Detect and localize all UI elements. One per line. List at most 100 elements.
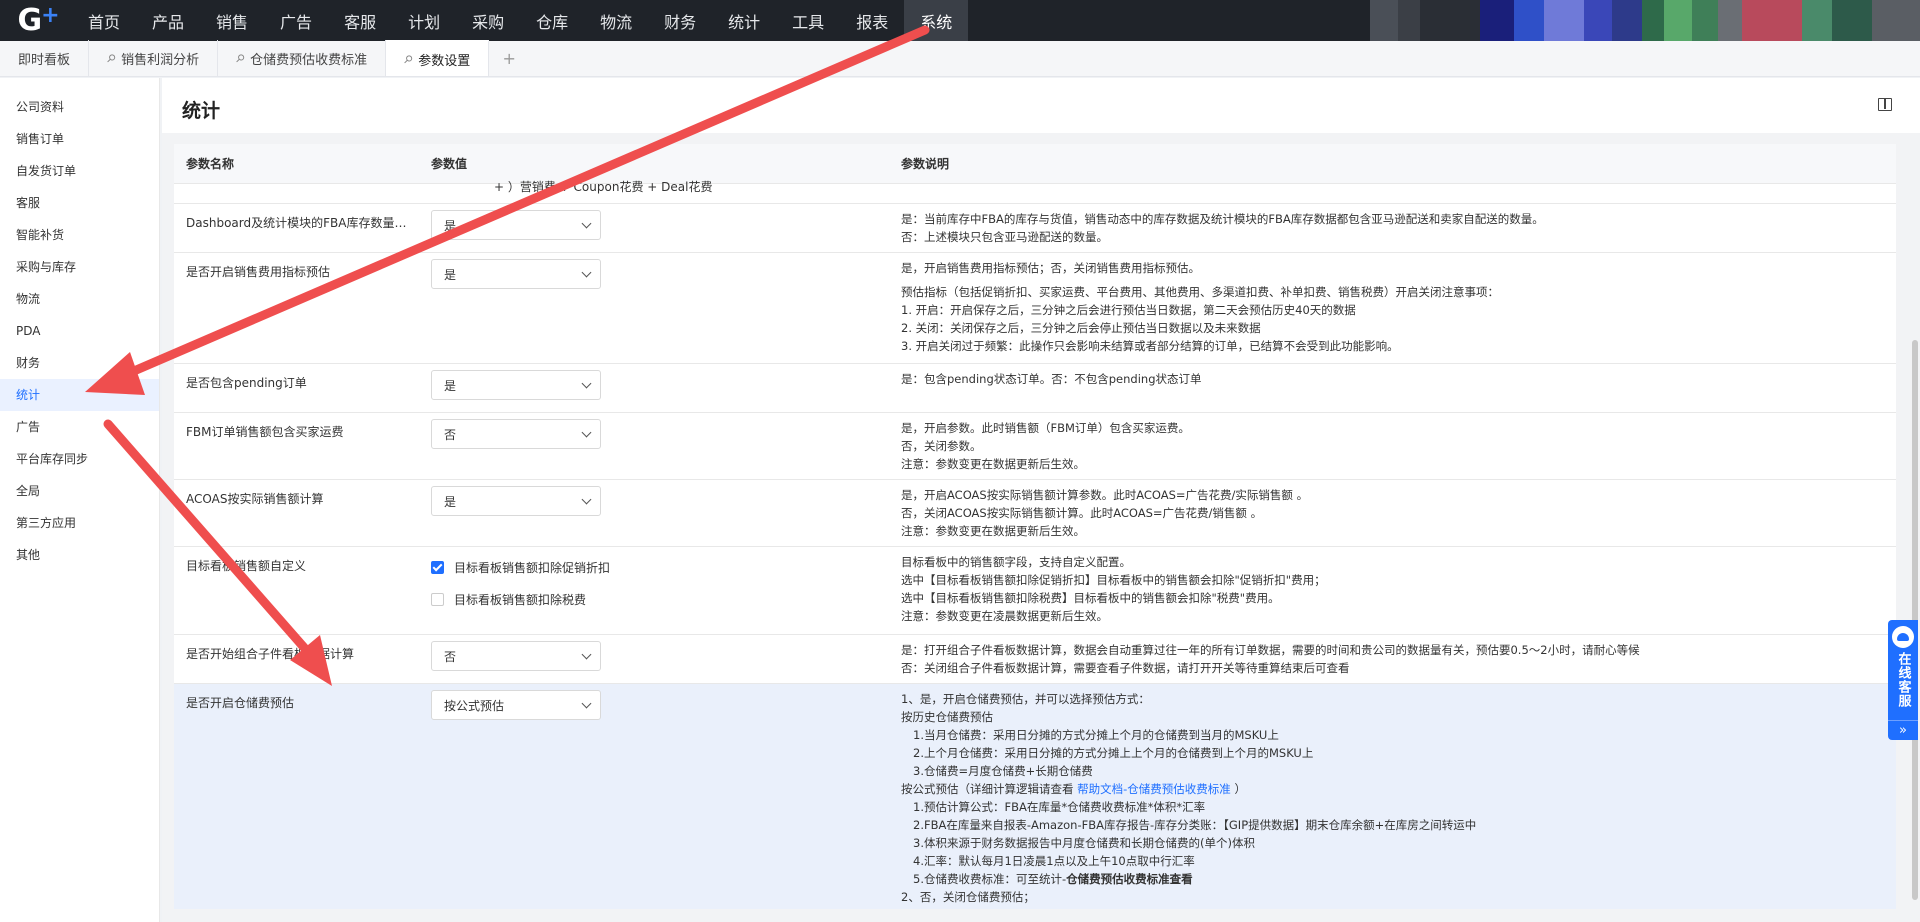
sidebar-item-12[interactable]: 全局 [0, 475, 159, 507]
expand-service-button[interactable]: » [1888, 720, 1918, 740]
param-select[interactable]: 否 [431, 641, 601, 671]
obscured-block [1544, 0, 1584, 41]
sidebar-item-4[interactable]: 智能补货 [0, 219, 159, 251]
description-line: 注意：参数变更在数据更新后生效。 [901, 522, 1896, 540]
sidebar-item-5[interactable]: 采购与库存 [0, 251, 159, 283]
select-value: 是 [444, 267, 457, 282]
help-doc-link[interactable]: 帮助文档-仓储费预估收费标准 [1077, 782, 1231, 796]
description-line: 5.仓储费收费标准：可至统计-仓储费预估收费标准查看 [901, 870, 1896, 888]
sidebar-item-13[interactable]: 第三方应用 [0, 507, 159, 539]
description-text: 2.FBA在库量来自报表-Amazon-FBA库存报告-库存分类账：【GIP提供… [913, 818, 1477, 832]
description-line: 是，开启ACOAS按实际销售额计算参数。此时ACOAS=广告花费/实际销售额 。 [901, 486, 1896, 504]
description-text: 是：包含pending状态订单。否：不包含pending状态订单 [901, 372, 1202, 386]
sidebar-item-0[interactable]: 公司资料 [0, 91, 159, 123]
description-line: 1. 开启：开启保存之后，三分钟之后会进行预估当日数据，第二天会预估历史40天的… [901, 301, 1896, 319]
checkbox-option[interactable]: 目标看板销售额扣除促销折扣 [431, 551, 889, 583]
sidebar-item-14[interactable]: 其他 [0, 539, 159, 571]
description-text: 是：打开组合子件看板数据计算，数据会自动重算过往一年的所有订单数据，需要的时间和… [901, 643, 1640, 657]
param-select[interactable]: 按公式预估 [431, 690, 601, 720]
param-name: 是否包含pending订单 [186, 376, 307, 390]
sidebar-item-9[interactable]: 统计 [0, 379, 159, 411]
description-line: 2. 关闭：关闭保存之后，三分钟之后会停止预估当日数据以及未来数据 [901, 319, 1896, 337]
description-line: 按公式预估（详细计算逻辑请查看 帮助文档-仓储费预估收费标准 ） [901, 780, 1896, 798]
param-select[interactable]: 是 [431, 486, 601, 516]
sidebar-item-1[interactable]: 销售订单 [0, 123, 159, 155]
online-service-widget[interactable]: 在线客服 » [1888, 620, 1918, 740]
param-description: 是：当前库存中FBA的库存与货值，销售动态中的库存数据及统计模块的FBA库存数据… [889, 204, 1896, 252]
nav-item-7[interactable]: 仓库 [520, 0, 584, 41]
checkbox[interactable] [431, 592, 444, 606]
tab-label: 参数设置 [418, 53, 471, 69]
checkbox[interactable] [431, 560, 444, 574]
nav-item-10[interactable]: 统计 [712, 0, 776, 41]
sidebar-item-6[interactable]: 物流 [0, 283, 159, 315]
table-row: 是否开启仓储费预估 按公式预估 1、是，开启仓储费预估，并可以选择预估方式： 按历史仓… [174, 684, 1896, 909]
sidebar-item-3[interactable]: 客服 [0, 187, 159, 219]
app-logo[interactable]: G+ [0, 0, 72, 41]
param-select[interactable]: 否 [431, 419, 601, 449]
sidebar-item-11[interactable]: 平台库存同步 [0, 443, 159, 475]
online-service-label: 在线客服 [1895, 652, 1911, 708]
param-select[interactable]: 是 [431, 210, 601, 240]
description-line: 否，关闭参数。 [901, 437, 1896, 455]
layout-toggle-icon[interactable] [1878, 98, 1892, 111]
header-param-name: 参数名称 [186, 157, 235, 171]
description-text: 选中【目标看板销售额扣除促销折扣】目标看板中的销售额会扣除"促销折扣"费用； [901, 573, 1326, 587]
chevron-down-icon [581, 267, 592, 277]
nav-item-11[interactable]: 工具 [776, 0, 840, 41]
page-title: 统计 [182, 100, 221, 122]
param-value: 否 [419, 635, 889, 683]
chevron-down-icon [581, 494, 592, 504]
table-row: Dashboard及统计模块的FBA库存数量是... 是 是：当前库存中FBA的库存… [174, 204, 1896, 253]
checkbox-option[interactable]: 目标看板销售额扣除税费 [431, 583, 889, 615]
param-description: 是，开启销售费用指标预估；否，关闭销售费用指标预估。 预估指标（包括促销折扣、买家… [889, 253, 1896, 363]
description-text: 1. 开启：开启保存之后，三分钟之后会进行预估当日数据，第二天会预估历史40天的… [901, 303, 1356, 317]
description-text: 3.体积来源于财务数据报告中月度仓储费和长期仓储费的(单个)体积 [913, 836, 1255, 850]
nav-item-13[interactable]: 系统 [904, 0, 969, 41]
sidebar-item-10[interactable]: 广告 [0, 411, 159, 443]
pin-icon[interactable]: ⚲ [233, 51, 248, 66]
sidebar-item-8[interactable]: 财务 [0, 347, 159, 379]
description-text: 2.上个月仓储费：采用日分摊的方式分摊上上个月的仓储费到上个月的MSKU上 [913, 746, 1314, 760]
tab-0[interactable]: 即时看板 [0, 40, 90, 76]
pin-icon[interactable]: ⚲ [401, 52, 416, 67]
param-description: 是，开启ACOAS按实际销售额计算参数。此时ACOAS=广告花费/实际销售额 。… [889, 480, 1896, 546]
param-value: 是 [419, 253, 889, 363]
nav-item-9[interactable]: 财务 [648, 0, 712, 41]
param-value: 是 [419, 480, 889, 546]
description-text: 2、否，关闭仓储费预估； [901, 890, 1035, 904]
tab-1[interactable]: ⚲ 销售利润分析 [89, 40, 219, 76]
description-text: 是：当前库存中FBA的库存与货值，销售动态中的库存数据及统计模块的FBA库存数据… [901, 212, 1544, 226]
table-header: 参数名称 参数值 参数说明 [174, 144, 1896, 184]
param-select[interactable]: 是 [431, 259, 601, 289]
nav-item-8[interactable]: 物流 [584, 0, 648, 41]
description-line: 4.汇率：默认每月1日凌晨1点以及上午10点取中行汇率 [901, 852, 1896, 870]
nav-item-4[interactable]: 客服 [328, 0, 392, 41]
pin-icon[interactable]: ⚲ [104, 51, 119, 66]
chevron-down-icon [581, 698, 592, 708]
param-description: 1、是，开启仓储费预估，并可以选择预估方式： 按历史仓储费预估 1.当月仓储费：采用… [889, 684, 1896, 909]
nav-menu: 首页 产品 销售 广告 客服 计划 采购 仓库 物流 财务 统计 工具 报表 系统 [72, 0, 969, 41]
nav-item-12[interactable]: 报表 [840, 0, 904, 41]
add-tab-button[interactable]: + [489, 40, 529, 76]
param-name: ACOAS按实际销售额计算 [186, 492, 324, 506]
nav-item-5[interactable]: 计划 [392, 0, 456, 41]
checkbox-label: 目标看板销售额扣除促销折扣 [454, 560, 611, 575]
table-row: 是否开启销售费用指标预估 是 是，开启销售费用指标预估；否，关闭销售费用指标预估。预… [174, 253, 1896, 364]
description-text: 否：上述模块只包含亚马逊配送的数量。 [901, 230, 1108, 244]
nav-item-1[interactable]: 产品 [136, 0, 200, 41]
nav-item-0[interactable]: 首页 [72, 0, 136, 41]
nav-item-2[interactable]: 销售 [200, 0, 264, 41]
param-select[interactable]: 是 [431, 370, 601, 400]
sidebar-item-7[interactable]: PDA [0, 315, 159, 347]
tab-2[interactable]: ⚲ 仓储费预估收费标准 [218, 40, 387, 76]
nav-item-6[interactable]: 采购 [456, 0, 520, 41]
tab-3[interactable]: ⚲ 参数设置 [386, 40, 490, 76]
description-line: 选中【目标看板销售额扣除促销折扣】目标看板中的销售额会扣除"促销折扣"费用； [901, 571, 1896, 589]
sidebar-item-2[interactable]: 自发货订单 [0, 155, 159, 187]
description-line: 注意：参数变更在数据更新后生效。 [901, 455, 1896, 473]
obscured-block [1370, 0, 1398, 41]
description-line: 否：关闭组合子件看板数据计算，需要查看子件数据，请打开开关等待重算结束后可查看 [901, 659, 1896, 677]
select-value: 是 [444, 218, 457, 233]
nav-item-3[interactable]: 广告 [264, 0, 328, 41]
